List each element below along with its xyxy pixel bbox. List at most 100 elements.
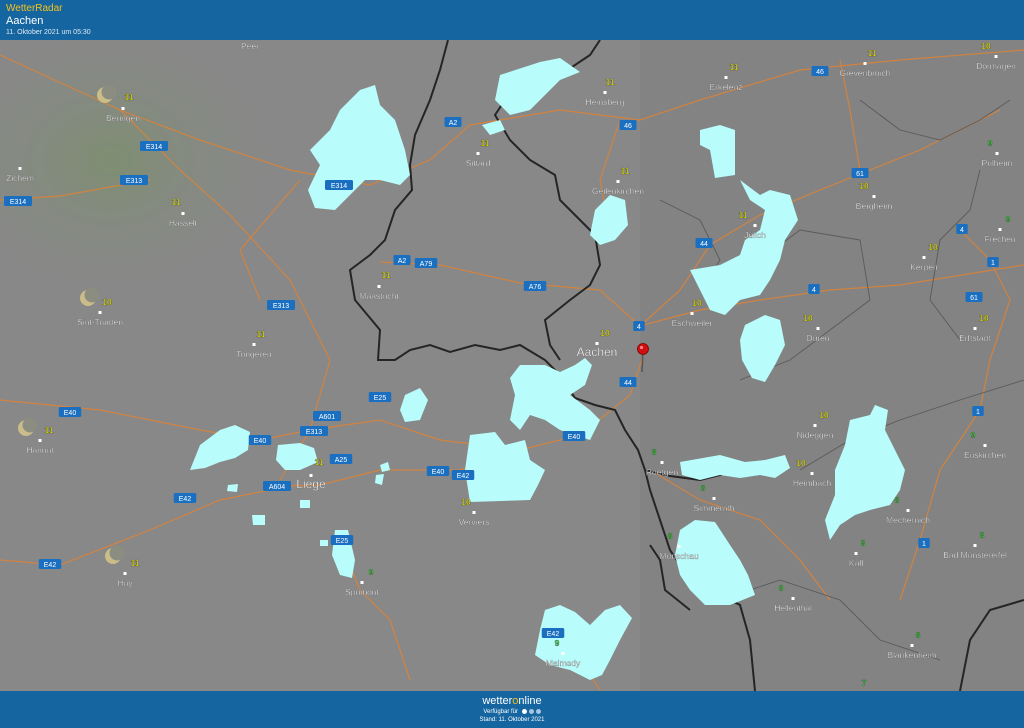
city-name: Euskirchen xyxy=(964,450,1006,460)
road-label-text: 4 xyxy=(637,324,641,331)
city-name: Pulheim xyxy=(982,158,1013,168)
road-label-text: 4 xyxy=(812,287,816,294)
road-label-text: A79 xyxy=(420,261,433,268)
temperature-value: 8 xyxy=(779,583,784,593)
road-label: E42 xyxy=(541,628,565,638)
temperature-value: 10 xyxy=(928,242,938,252)
road-label: E42 xyxy=(451,470,475,480)
platform-dot-icon xyxy=(521,708,527,714)
city-label[interactable]: Peer xyxy=(241,40,259,51)
road-label: A76 xyxy=(523,281,547,291)
road-label-text: A2 xyxy=(398,258,407,265)
city-dot-icon xyxy=(813,424,817,427)
city-dot-icon xyxy=(872,195,876,198)
temperature-value: 10 xyxy=(819,410,829,420)
city-dot-icon xyxy=(98,311,102,314)
city-dot-icon xyxy=(377,285,381,288)
city-name: Aachen xyxy=(577,345,618,359)
wetteronline-logo[interactable]: wetteronline xyxy=(0,695,1024,708)
road-label: A2 xyxy=(444,117,462,127)
city-name: Maastricht xyxy=(359,291,399,301)
road-label: A79 xyxy=(414,258,438,268)
road-label-text: A604 xyxy=(269,484,285,491)
city-label[interactable]: Liège xyxy=(296,474,326,491)
city-dot-icon xyxy=(973,327,977,330)
temperature-value: 11 xyxy=(730,62,739,72)
logo-part-1: wetter xyxy=(482,695,513,707)
city-name: Erkelenz xyxy=(709,82,742,92)
city-name: Dormagen xyxy=(976,61,1016,71)
road-label: 44 xyxy=(695,238,713,248)
road-label-text: E42 xyxy=(179,496,192,503)
temperature-value: 10 xyxy=(979,313,989,323)
location-pin-icon[interactable] xyxy=(637,343,649,355)
city-name: Sittard xyxy=(466,158,491,168)
road-label-text: E25 xyxy=(336,538,349,545)
city-name: Düren xyxy=(806,333,829,343)
road-label: E42 xyxy=(173,493,197,503)
city-name: Heimbach xyxy=(793,478,832,488)
city-name: Geilenkirchen xyxy=(592,186,644,196)
road-label-text: E314 xyxy=(146,144,162,151)
temperature-value: 8 xyxy=(895,495,900,505)
city-dot-icon xyxy=(983,444,987,447)
road-label: 1 xyxy=(972,406,984,416)
city-name: Blankenheim xyxy=(887,650,936,660)
temperature-value: 11 xyxy=(621,166,630,176)
city-name: Sprimont xyxy=(345,587,380,597)
temperature-value: 11 xyxy=(257,329,266,339)
road-label-text: A2 xyxy=(449,120,458,127)
temperature-value: 11 xyxy=(382,270,391,280)
road-label: E25 xyxy=(330,535,354,545)
temperature-value: 9 xyxy=(1006,214,1011,224)
availability-text: Verfügbar für xyxy=(483,709,518,715)
city-dot-icon xyxy=(810,472,814,475)
city-dot-icon xyxy=(360,581,364,584)
city-dot-icon xyxy=(121,107,125,110)
road-label-text: A76 xyxy=(529,284,542,291)
temperature-value: 11 xyxy=(481,138,490,148)
city-dot-icon xyxy=(561,652,565,655)
map-canvas[interactable]: A2 4646E314E313E314E314614441A2 A79A76E313… xyxy=(0,40,1024,691)
footer-bar: wetteronline Verfügbar für Stand: 11. Ok… xyxy=(0,691,1024,728)
temperature-value: 9 xyxy=(971,430,976,440)
city-name: Bergheim xyxy=(856,201,892,211)
city-dot-icon xyxy=(724,76,728,79)
city-name: Monschau xyxy=(659,551,698,561)
temperature-value: 11 xyxy=(172,197,181,207)
road-label-text: 44 xyxy=(700,241,708,248)
temperature-value: 8 xyxy=(980,530,985,540)
temperature-value: 10 xyxy=(692,298,702,308)
road-label: E314 xyxy=(140,141,168,151)
city-name: Verviers xyxy=(459,517,490,527)
road-label-text: E25 xyxy=(374,395,387,402)
city-label[interactable]: Aachen xyxy=(577,342,618,359)
road-label-text: E42 xyxy=(457,473,470,480)
road-label: 61 xyxy=(851,168,869,178)
city-dot-icon xyxy=(123,572,127,575)
temperature-value: 10 xyxy=(102,297,112,307)
temperature-value: 11 xyxy=(606,77,615,87)
city-dot-icon xyxy=(181,212,185,215)
city-dot-icon xyxy=(472,511,476,514)
road-label: A2 xyxy=(393,255,411,265)
road-label: 46 xyxy=(811,66,829,76)
city-name: Peer xyxy=(241,41,259,51)
city-name: Sint-Truiden xyxy=(77,317,123,327)
road-label-text: E314 xyxy=(10,199,26,206)
temperature-value: 8 xyxy=(652,447,657,457)
radar-map[interactable]: A2 46 46 E314 E313 E314 E314 61 44 4 1 A2 A79 A76 E313… xyxy=(0,40,1024,691)
city-dot-icon xyxy=(753,224,757,227)
road-label: E40 xyxy=(562,431,586,441)
platform-dot-icon xyxy=(528,708,534,714)
location-name: Aachen xyxy=(6,15,44,27)
road-label: 4 xyxy=(633,321,645,331)
road-label-text: E313 xyxy=(273,303,289,310)
road-label: E313 xyxy=(300,426,328,436)
temperature-value: 10 xyxy=(981,41,991,51)
temperature-value: 10 xyxy=(859,181,869,191)
road-label: E42 xyxy=(38,559,62,569)
road-label: 4 xyxy=(808,284,820,294)
city-name: Tongeren xyxy=(236,349,272,359)
city-name: Jülich xyxy=(744,230,766,240)
